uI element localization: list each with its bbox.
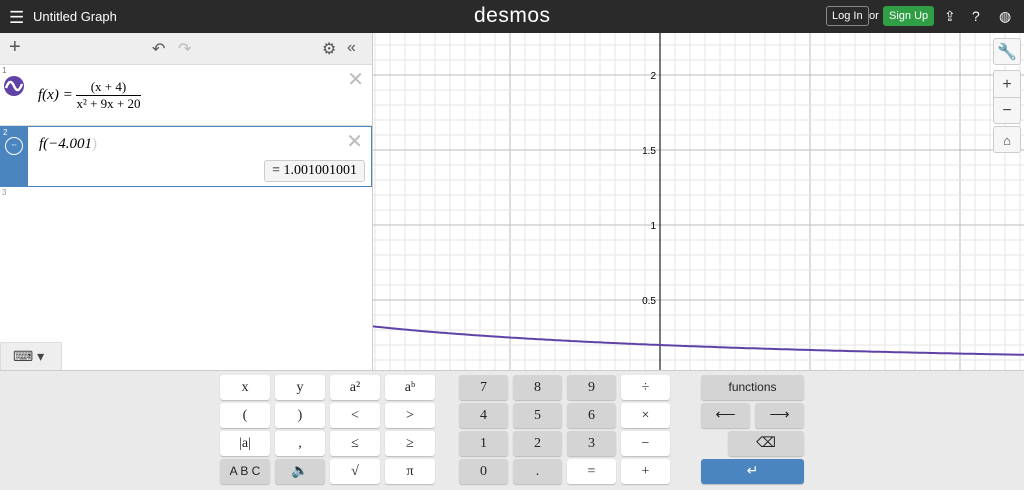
right-arrow-key[interactable]: ⟶ (755, 403, 804, 428)
key-num[interactable]: = (567, 459, 616, 484)
undo-icon[interactable]: ↶ (152, 39, 165, 59)
redo-icon[interactable]: ↷ (178, 39, 191, 59)
key-2-3[interactable]: √ (330, 459, 380, 484)
key-num[interactable]: ÷ (621, 375, 670, 400)
help-icon[interactable]: ? (972, 8, 980, 24)
key-3-1[interactable]: > (385, 403, 435, 428)
keypad: x y a² aᵇ () < > |a|, ≤ ≥ A B C 🔈 √ π 7 8 9 ÷ 4 5 6 × 1 2 3− 0. = +… (0, 370, 1024, 490)
functions-button[interactable]: functions (701, 375, 804, 400)
or-text: or (869, 10, 879, 22)
key-0-0[interactable]: x (220, 375, 270, 400)
graph-canvas[interactable]: 2 1.5 1 0.5 (373, 33, 1024, 370)
expression-toolbar: + ↶ ↷ ⚙ « (0, 33, 372, 65)
key-0-3[interactable]: A B C (220, 459, 270, 484)
expression-1-math: f(x) = (x + 4) x² + 9x + 20 (38, 79, 141, 111)
key-2-0[interactable]: a² (330, 375, 380, 400)
key-num[interactable]: . (513, 459, 562, 484)
share-icon[interactable]: ⇪ (944, 8, 956, 25)
key-num[interactable]: 7 (459, 375, 508, 400)
top-bar: ☰ Untitled Graph desmos Log In or Sign U… (0, 0, 1024, 33)
backspace-key[interactable]: ⌫ (728, 431, 804, 456)
y-tick-label: 1.5 (642, 146, 656, 157)
key-0-1[interactable]: ( (220, 403, 270, 428)
key-num[interactable]: 1 (459, 431, 508, 456)
key-num[interactable]: 6 (567, 403, 616, 428)
key-num[interactable]: 3 (567, 431, 616, 456)
login-button[interactable]: Log In (826, 6, 869, 26)
desmos-logo: desmos (474, 4, 551, 27)
hidden-graph-icon[interactable]: ◦◦ (5, 137, 23, 155)
key-1-3[interactable]: 🔈 (275, 459, 325, 484)
y-tick-label: 0.5 (642, 296, 656, 307)
left-arrow-key[interactable]: ⟵ (701, 403, 750, 428)
expression-list: + ↶ ↷ ⚙ « 1 f(x) = (x + 4) x² + 9x + 20 ✕… (0, 33, 373, 370)
zoom-out-icon[interactable]: − (994, 98, 1020, 124)
key-0-2[interactable]: |a| (220, 431, 270, 456)
key-3-2[interactable]: ≥ (385, 431, 435, 456)
expression-2[interactable]: 2 ◦◦ f(−4.001) ✕ = 1.001001001 (0, 126, 372, 187)
key-2-2[interactable]: ≤ (330, 431, 380, 456)
collapse-icon[interactable]: « (347, 39, 356, 57)
key-1-2[interactable]: , (275, 431, 325, 456)
key-3-0[interactable]: aᵇ (385, 375, 435, 400)
signup-button[interactable]: Sign Up (883, 6, 935, 26)
globe-icon[interactable]: ◍ (999, 8, 1011, 25)
delete-expression-icon[interactable]: ✕ (347, 67, 364, 92)
enter-key[interactable]: ↵ (701, 459, 804, 484)
function-curve[interactable] (373, 325, 1024, 356)
key-3-3[interactable]: π (385, 459, 435, 484)
graph-style-icon[interactable] (3, 75, 25, 97)
evaluation-result: = 1.001001001 (264, 160, 365, 182)
expression-3-number: 3 (2, 188, 7, 197)
add-icon[interactable]: + (9, 36, 21, 59)
expression-2-math[interactable]: f(−4.001) (39, 136, 97, 153)
home-icon[interactable]: ⌂ (993, 126, 1021, 153)
graph-title[interactable]: Untitled Graph (33, 9, 117, 24)
wrench-icon[interactable]: 🔧 (993, 38, 1021, 65)
key-num[interactable]: 4 (459, 403, 508, 428)
zoom-in-icon[interactable]: + (994, 71, 1020, 98)
key-num[interactable]: 2 (513, 431, 562, 456)
key-1-1[interactable]: ) (275, 403, 325, 428)
key-num[interactable]: 0 (459, 459, 508, 484)
key-num[interactable]: 8 (513, 375, 562, 400)
key-2-1[interactable]: < (330, 403, 380, 428)
delete-expression-icon[interactable]: ✕ (346, 129, 363, 154)
key-num[interactable]: 5 (513, 403, 562, 428)
y-tick-label: 1 (650, 221, 656, 232)
key-num[interactable]: + (621, 459, 670, 484)
key-num[interactable]: 9 (567, 375, 616, 400)
key-1-0[interactable]: y (275, 375, 325, 400)
keyboard-toggle[interactable]: ⌨ ▾ (0, 342, 62, 370)
expression-1[interactable]: 1 f(x) = (x + 4) x² + 9x + 20 ✕ (0, 65, 372, 126)
y-tick-label: 2 (650, 71, 656, 82)
menu-icon[interactable]: ☰ (9, 8, 24, 28)
key-num[interactable]: − (621, 431, 670, 456)
key-num[interactable]: × (621, 403, 670, 428)
zoom-controls: + − (993, 70, 1021, 124)
gear-icon[interactable]: ⚙ (322, 39, 336, 59)
